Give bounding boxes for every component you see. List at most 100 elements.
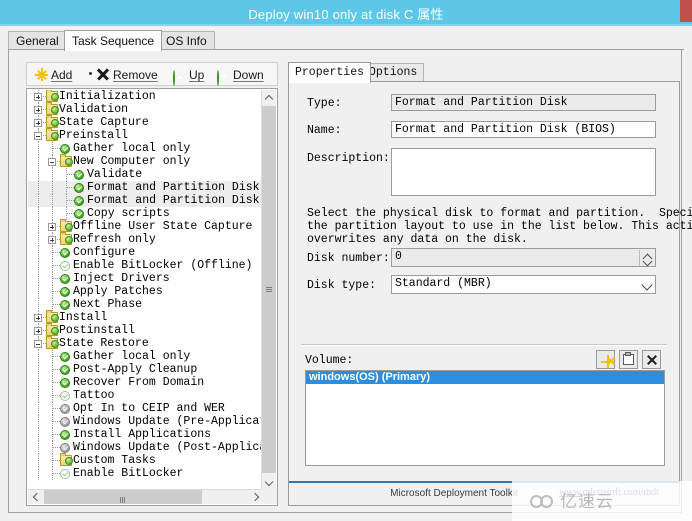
tree-elbow-line [52,447,60,448]
disk-type-select[interactable]: Standard (MBR) [391,275,656,294]
chevron-left-icon[interactable] [28,490,43,504]
volume-new-button[interactable] [596,350,615,369]
tree-item[interactable]: Gather local only [28,350,263,363]
close-icon[interactable] [680,0,692,22]
type-label: Type: [307,97,342,110]
tree-item[interactable]: State Capture [28,115,263,129]
list-item[interactable]: windows(OS) (Primary) [306,371,664,384]
tree-item[interactable]: State Restore [28,336,263,350]
tree-item[interactable]: Opt In to CEIP and WER [28,402,263,415]
tree-item[interactable]: Custom Tasks [28,453,263,467]
tree-item[interactable]: Enable BitLocker (Offline) [28,259,263,272]
tree-item[interactable]: Format and Partition Disk (UEF [28,194,263,207]
dropdown-dot-icon[interactable] [89,72,92,75]
tree-item[interactable]: Preinstall [28,128,263,142]
tree-guide-line [38,376,39,389]
tree-item-label: Post-Apply Cleanup [73,363,198,376]
volume-properties-button[interactable] [619,350,638,369]
tree-item[interactable]: Next Phase [28,298,263,311]
collapse-icon[interactable] [34,340,42,348]
scroll-grip-icon [266,286,272,293]
tree-vertical-scrollbar[interactable] [261,90,276,490]
expand-icon[interactable] [34,93,42,101]
tree-item[interactable]: Initialization [28,90,263,103]
tree-horizontal-scrollbar[interactable] [28,489,277,504]
tree-guide-line [38,220,39,233]
tree-item[interactable]: Postinstall [28,323,263,337]
remove-x-icon [97,68,111,82]
tab-options[interactable]: Options [362,63,425,82]
folder-icon [46,323,59,336]
folder-icon [46,128,59,141]
arrow-down-circle-icon [217,69,231,86]
add-button[interactable]: Add [35,66,72,84]
move-down-button[interactable]: Down [217,66,264,86]
tree-item-label: State Restore [59,337,149,350]
tree-item[interactable]: Refresh only [28,232,263,246]
chevron-up-icon[interactable] [262,90,276,105]
expand-icon[interactable] [34,119,42,127]
tree-item[interactable]: Apply Patches [28,285,263,298]
tree-item[interactable]: Inject Drivers [28,272,263,285]
tree-item[interactable]: Format and Partition Disk (BIO [28,181,263,194]
tree-guide-line [38,467,39,480]
outer-tab-strip: General Task Sequence OS Info [8,30,684,51]
disk-number-stepper[interactable]: 0 [391,248,656,267]
tree-item[interactable]: Windows Update (Pre-Application [28,415,263,428]
tree-item[interactable]: Install [28,310,263,324]
chevron-down-icon[interactable] [262,475,276,490]
vscroll-thumb[interactable] [262,106,276,473]
description-input[interactable] [391,148,656,196]
folder-icon [46,310,59,323]
tree-guide-line [38,181,39,194]
tree-item[interactable]: Post-Apply Cleanup [28,363,263,376]
expand-icon[interactable] [48,236,56,244]
enabled-check-icon [60,273,70,284]
expand-icon[interactable] [34,106,42,114]
tree-item[interactable]: Validate [28,168,263,181]
tree-item[interactable]: Install Applications [28,428,263,441]
tree-item-label: Gather local only [73,142,191,155]
tab-task-sequence[interactable]: Task Sequence [64,30,163,51]
tree-item[interactable]: Enable BitLocker [28,467,263,480]
expand-icon[interactable] [48,223,56,231]
tab-properties[interactable]: Properties [288,62,372,83]
tree-guide-line [38,207,39,220]
tree-item-label: Initialization [59,90,156,103]
expand-icon[interactable] [34,327,42,335]
hscroll-thumb[interactable] [44,490,202,504]
tree-item[interactable]: Validation [28,102,263,116]
watermark: 亿速云 [512,481,692,521]
move-up-button[interactable]: Up [173,66,204,86]
tree-elbow-line [66,187,74,188]
collapse-icon[interactable] [34,132,42,140]
enabled-check-icon [74,182,84,193]
tree-elbow-line [52,460,60,461]
collapse-icon[interactable] [48,158,56,166]
enabled-check-icon [60,351,70,362]
tree-guide-line [38,389,39,402]
tree-elbow-line [66,200,74,201]
window-title: Deploy win10 only at disk C 属性 [248,7,444,22]
chevron-down-icon[interactable] [641,279,653,291]
tree-guide-line [38,454,39,467]
tree-item-label: Format and Partition Disk (BIO [87,181,263,194]
tree-elbow-line [52,369,60,370]
expand-icon[interactable] [34,314,42,322]
name-input[interactable]: Format and Partition Disk (BIOS) [391,121,656,138]
remove-button[interactable]: Remove [97,66,158,84]
folder-icon [60,232,73,245]
tree-item[interactable]: Recover From Domain [28,376,263,389]
task-sequence-tree[interactable]: Initialization Validation State Capture Pre… [26,88,278,506]
volume-list[interactable]: windows(OS) (Primary) [305,370,665,466]
tree-item[interactable]: New Computer only [28,154,263,168]
tab-os-info[interactable]: OS Info [158,31,215,50]
stepper-arrows-icon[interactable] [639,250,654,266]
tree-item[interactable]: Configure [28,246,263,259]
tab-general[interactable]: General [8,31,67,50]
type-value: Format and Partition Disk [391,94,656,111]
task-sequence-toolbar: Add Remove Up Down [26,62,278,86]
tree-item-label: New Computer only [73,155,191,168]
volume-delete-button[interactable] [642,350,661,369]
tree-item[interactable]: Tattoo [28,389,263,402]
